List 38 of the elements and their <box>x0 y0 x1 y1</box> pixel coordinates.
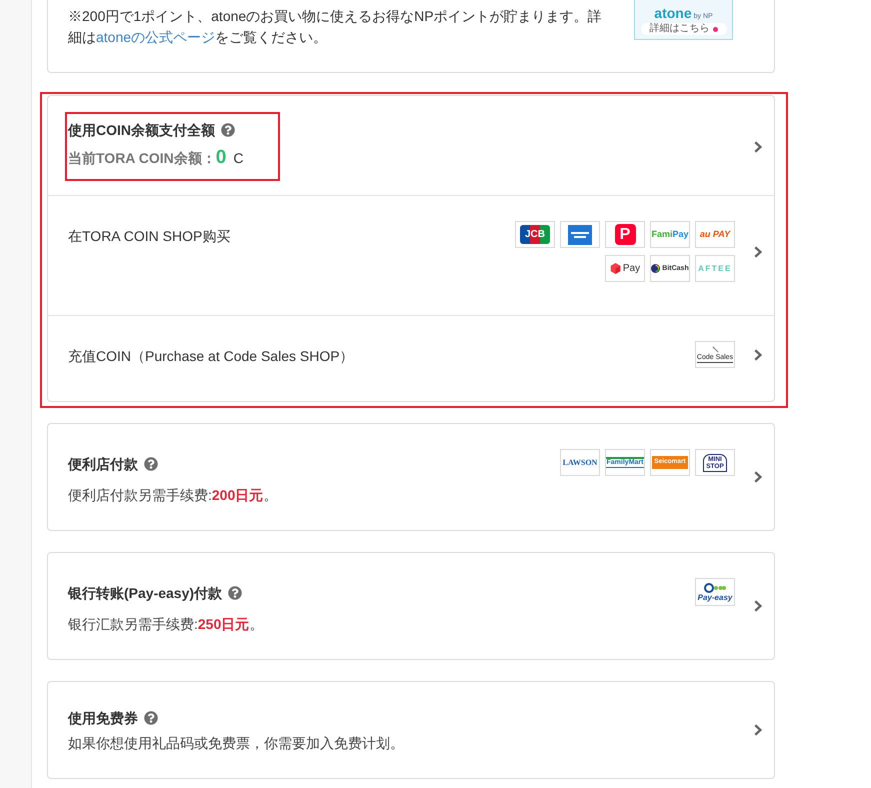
brand-name: atone <box>654 6 692 20</box>
cube-icon <box>610 263 621 274</box>
brand-logo: P <box>614 224 636 245</box>
option-title: 银行转账(Pay-easy)付款 <box>68 584 222 603</box>
chevron-right-icon[interactable] <box>754 246 762 258</box>
chevron-right-icon[interactable] <box>754 348 762 360</box>
help-icon[interactable] <box>144 711 158 725</box>
brand-name: Pay-easy <box>698 594 732 602</box>
option-title: 使用免费券 <box>68 709 138 728</box>
help-icon[interactable] <box>144 457 158 471</box>
chevron-right-icon[interactable] <box>754 140 762 152</box>
details-link[interactable]: 詳細はこちら <box>640 23 726 35</box>
circle-dots-icon <box>704 582 726 592</box>
option-title: 使用COIN余额支付全额 <box>68 121 215 140</box>
fee-note: 如果你想使用礼品码或免费票，你需要加入免费计划。 <box>68 734 405 753</box>
option-title: 便利店付款 <box>68 455 138 474</box>
chevron-right-icon[interactable] <box>754 724 762 736</box>
ring-icon <box>651 264 660 273</box>
chevron-right-icon[interactable] <box>754 600 762 612</box>
fee-note: 银行汇款另需手续费:250日元。 <box>68 615 264 634</box>
option-title: 在TORA COIN SHOP购买 <box>68 227 230 246</box>
brand-name: FamiPay <box>651 230 689 239</box>
card-icon <box>568 224 592 244</box>
brand-name: Pay <box>622 264 640 274</box>
payment-option-card[interactable]: 银行转账(Pay-easy)付款 银行汇款另需手续费:250日元。 Pay-easy <box>47 552 775 660</box>
official-page-link[interactable]: atoneの公式ページ <box>96 29 216 45</box>
brand-name: au PAY <box>700 230 730 239</box>
fee-note: 便利店付款另需手续费:200日元。 <box>68 486 278 505</box>
notice-text: ※200円で1ポイント、atoneのお買い物に使えるお得なNPポイントが貯まります。詳細はatoneの公式ページをご覧ください。 <box>68 7 603 47</box>
option-title: 充值COIN（Purchase at Code Sales SHOP） <box>68 347 354 366</box>
brand-name: LAWSON <box>562 458 598 466</box>
coin-balance: 当前TORA COIN余额：0 C <box>68 146 244 170</box>
help-icon[interactable] <box>221 123 235 137</box>
help-icon[interactable] <box>228 586 242 600</box>
chevron-right-icon[interactable] <box>754 471 762 483</box>
pen-icon <box>712 346 718 353</box>
brand-name: AFTEE <box>698 264 732 272</box>
payment-option-card[interactable]: 使用免费券 如果你想使用礼品码或免费票，你需要加入免费计划。 <box>47 681 775 779</box>
